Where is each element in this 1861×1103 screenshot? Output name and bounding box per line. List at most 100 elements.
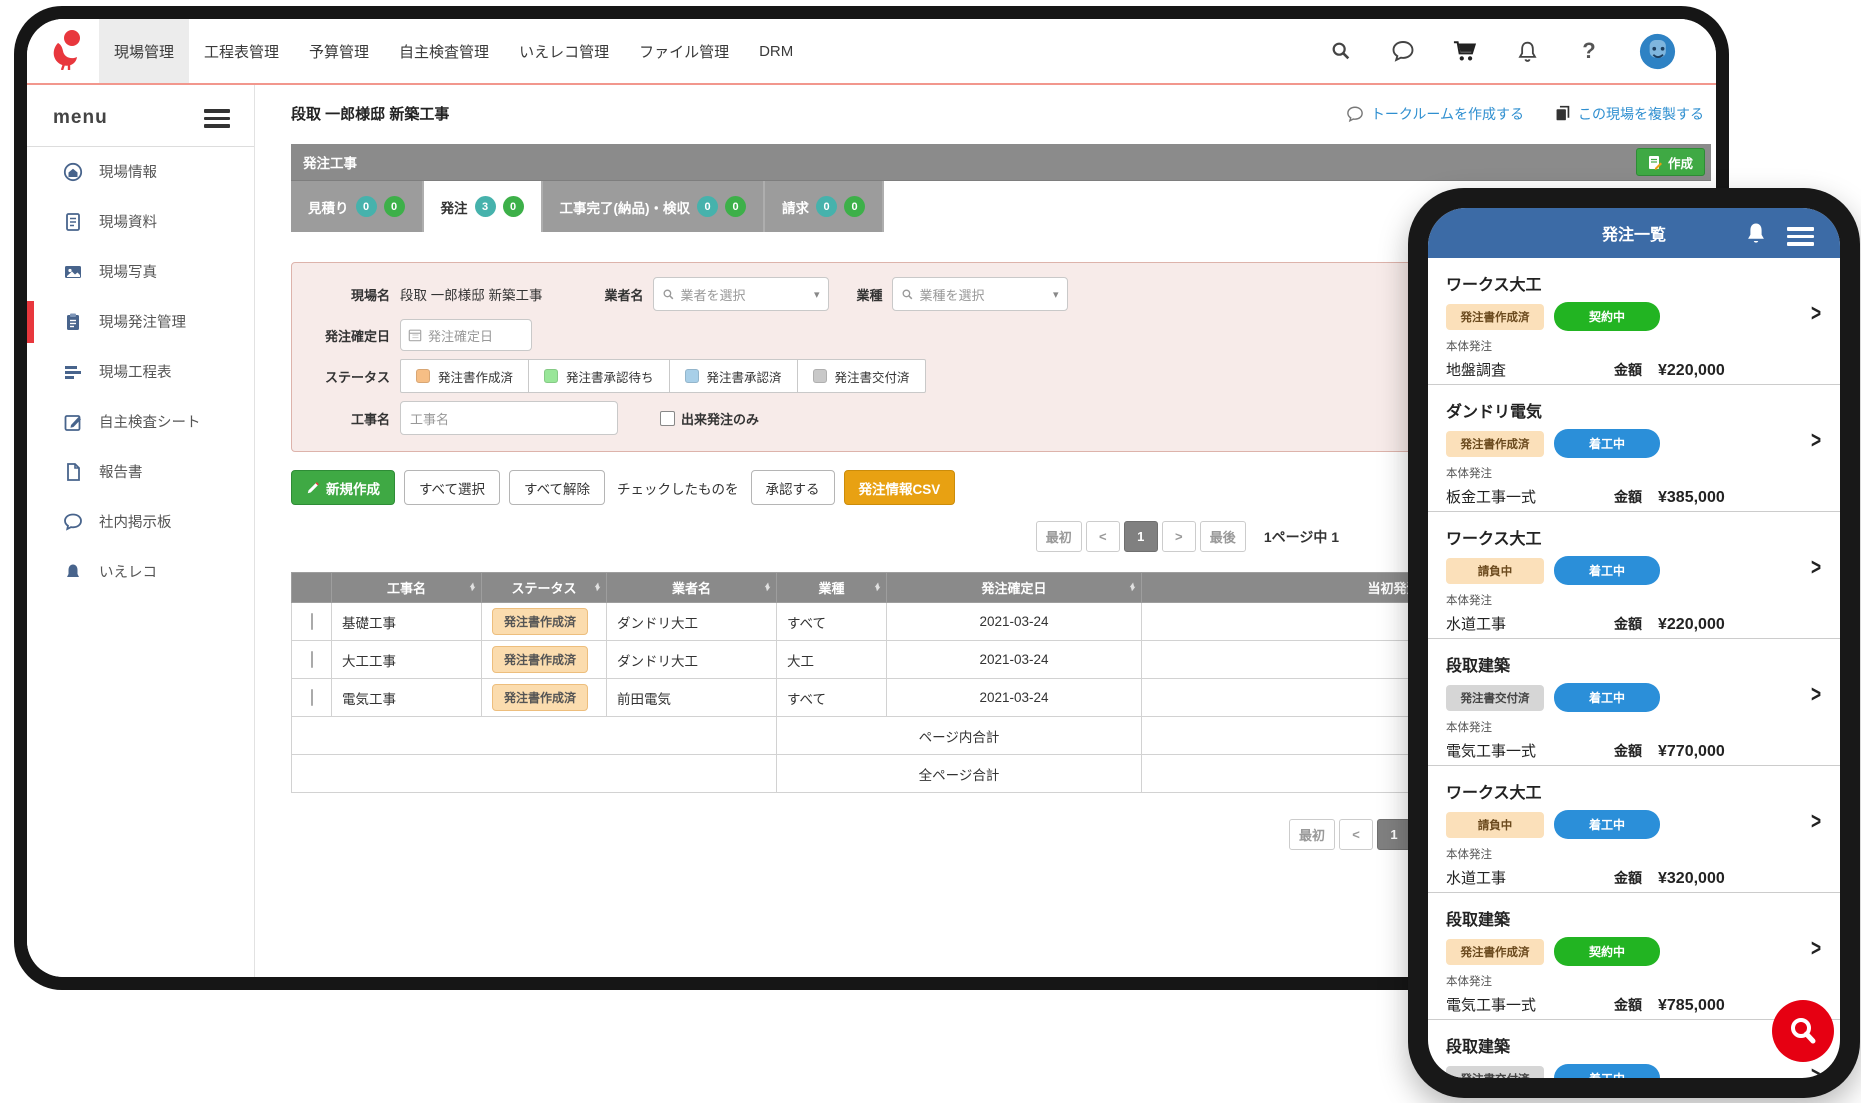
- tab-hacchu[interactable]: 発注 3 0: [424, 181, 543, 232]
- page-number-button[interactable]: 1: [1377, 819, 1411, 850]
- nav-drm[interactable]: DRM: [744, 19, 808, 83]
- chevron-right-icon[interactable]: >: [1811, 935, 1821, 963]
- card-amount-label: 金額: [1614, 741, 1642, 761]
- sort-icon[interactable]: ▴▾: [595, 583, 599, 593]
- select-all-button[interactable]: すべて選択: [404, 470, 500, 505]
- tab-count-badge: 3: [475, 196, 496, 217]
- trade-select[interactable]: 業種を選択 ▾: [892, 277, 1068, 311]
- order-card[interactable]: ワークス大工 請負中着工中 本体発注 水道工事金額¥220,000 >: [1428, 512, 1840, 639]
- header-status[interactable]: ステータス▴▾: [482, 573, 607, 603]
- order-csv-button[interactable]: 発注情報CSV: [844, 470, 956, 505]
- header-work-name[interactable]: 工事名▴▾: [332, 573, 482, 603]
- sort-icon[interactable]: ▴▾: [875, 583, 879, 593]
- sidebar-item-label: 社内掲示板: [99, 511, 172, 532]
- sort-icon[interactable]: ▴▾: [765, 583, 769, 593]
- tab-mitsumori[interactable]: 見積り 0 0: [291, 181, 424, 232]
- help-icon[interactable]: ?: [1577, 39, 1601, 63]
- search-icon[interactable]: [1329, 39, 1353, 63]
- status-option-created[interactable]: 発注書作成済: [400, 359, 529, 393]
- search-icon: [662, 288, 675, 301]
- card-vendor: 段取建築: [1446, 1033, 1826, 1057]
- status-option-delivered[interactable]: 発注書交付済: [797, 359, 926, 393]
- row-checkbox[interactable]: [311, 689, 313, 706]
- sidebar-item-site-photos[interactable]: 現場写真: [27, 247, 254, 297]
- avatar[interactable]: [1639, 33, 1676, 70]
- vendor-select[interactable]: 業者を選択 ▾: [653, 277, 829, 311]
- new-create-button[interactable]: 新規作成: [291, 470, 395, 505]
- tab-kouji-kanryou[interactable]: 工事完了(納品)・検収 0 0: [543, 181, 766, 232]
- sort-icon[interactable]: ▴▾: [470, 583, 474, 593]
- create-talkroom-link[interactable]: トークルームを作成する: [1346, 104, 1524, 124]
- phone-order-list: ワークス大工 発注書作成済契約中 本体発注 地盤調査金額¥220,000 > ダ…: [1428, 258, 1840, 1078]
- header-trade[interactable]: 業種▴▾: [777, 573, 887, 603]
- header-order-date[interactable]: 発注確定日▴▾: [887, 573, 1142, 603]
- sidebar-item-site-info[interactable]: 現場情報: [27, 147, 254, 197]
- status-badge: 発注書作成済: [492, 684, 588, 711]
- create-button[interactable]: 作成: [1636, 148, 1705, 176]
- chevron-right-icon[interactable]: >: [1811, 427, 1821, 455]
- sort-icon[interactable]: ▴▾: [1130, 583, 1134, 593]
- page-first-button[interactable]: 最初: [1036, 521, 1082, 552]
- row-checkbox[interactable]: [311, 651, 313, 668]
- approve-button[interactable]: 承認する: [751, 470, 835, 505]
- status-swatch-green: [544, 369, 558, 383]
- sidebar: menu 現場情報 現場資料 現場写真: [27, 85, 255, 977]
- sidebar-item-report[interactable]: 報告書: [27, 447, 254, 497]
- sidebar-item-company-board[interactable]: 社内掲示板: [27, 497, 254, 547]
- chevron-right-icon[interactable]: >: [1811, 554, 1821, 582]
- page-first-button[interactable]: 最初: [1289, 819, 1335, 850]
- search-icon: [901, 288, 914, 301]
- card-stage-badge: 契約中: [1554, 937, 1660, 966]
- sidebar-item-site-schedule[interactable]: 現場工程表: [27, 347, 254, 397]
- brand-bird-logo: [51, 28, 85, 75]
- cart-icon[interactable]: [1453, 39, 1477, 63]
- page-next-button[interactable]: >: [1162, 521, 1196, 552]
- bell-icon[interactable]: [1515, 39, 1539, 63]
- row-checkbox[interactable]: [311, 613, 313, 630]
- clear-all-button[interactable]: すべて解除: [509, 470, 605, 505]
- chevron-right-icon[interactable]: >: [1811, 1062, 1821, 1078]
- order-card[interactable]: ワークス大工 請負中着工中 本体発注 水道工事金額¥320,000 >: [1428, 766, 1840, 893]
- cell-trade: 大工: [777, 641, 887, 679]
- page-prev-button[interactable]: <: [1339, 819, 1373, 850]
- page-number-button[interactable]: 1: [1124, 521, 1158, 552]
- nav-yosan-kanri[interactable]: 予算管理: [294, 19, 384, 83]
- order-date-input[interactable]: 発注確定日: [400, 319, 532, 351]
- sidebar-item-site-order-management[interactable]: 現場発注管理: [27, 297, 254, 347]
- sidebar-item-site-docs[interactable]: 現場資料: [27, 197, 254, 247]
- card-stage-badge: 着工中: [1554, 429, 1660, 458]
- order-card[interactable]: 段取建築 発注書作成済契約中 本体発注 電気工事一式金額¥785,000 >: [1428, 893, 1840, 1020]
- nav-koutei-kanri[interactable]: 工程表管理: [189, 19, 294, 83]
- status-option-awaiting-approval[interactable]: 発注書承認待ち: [528, 359, 670, 393]
- card-order-type: 本体発注: [1446, 338, 1826, 354]
- nav-jishu-kensa[interactable]: 自主検査管理: [384, 19, 504, 83]
- header-vendor[interactable]: 業者名▴▾: [607, 573, 777, 603]
- order-card[interactable]: ワークス大工 発注書作成済契約中 本体発注 地盤調査金額¥220,000 >: [1428, 258, 1840, 385]
- sidebar-item-label: 自主検査シート: [99, 411, 201, 432]
- order-card[interactable]: 段取建築 発注書交付済着工中 本体発注 電気工事一式金額¥770,000 >: [1428, 639, 1840, 766]
- deki-hacchu-only-checkbox[interactable]: 出来発注のみ: [660, 409, 759, 428]
- phone-search-fab[interactable]: [1772, 1000, 1834, 1062]
- nav-file-kanri[interactable]: ファイル管理: [624, 19, 744, 83]
- status-badge: 発注書作成済: [492, 646, 588, 673]
- chevron-right-icon[interactable]: >: [1811, 808, 1821, 836]
- sidebar-collapse-icon[interactable]: [204, 105, 230, 132]
- phone-menu-icon[interactable]: [1787, 223, 1814, 250]
- sidebar-item-self-inspection-sheet[interactable]: 自主検査シート: [27, 397, 254, 447]
- duplicate-site-link[interactable]: この現場を複製する: [1554, 104, 1704, 124]
- sidebar-item-iereco[interactable]: いえレコ: [27, 547, 254, 597]
- status-option-approved[interactable]: 発注書承認済: [669, 359, 798, 393]
- phone-bell-icon[interactable]: [1744, 221, 1768, 250]
- card-status-badge: 請負中: [1446, 558, 1544, 584]
- chevron-right-icon[interactable]: >: [1811, 300, 1821, 328]
- chat-icon[interactable]: [1391, 39, 1415, 63]
- nav-iereco-kanri[interactable]: いえレコ管理: [504, 19, 624, 83]
- work-name-input[interactable]: 工事名: [400, 401, 618, 435]
- order-card[interactable]: ダンドリ電気 発注書作成済着工中 本体発注 板金工事一式金額¥385,000 >: [1428, 385, 1840, 512]
- nav-genba-kanri[interactable]: 現場管理: [99, 19, 189, 83]
- page-last-button[interactable]: 最後: [1200, 521, 1246, 552]
- chevron-right-icon[interactable]: >: [1811, 681, 1821, 709]
- main-nav: 現場管理 工程表管理 予算管理 自主検査管理 いえレコ管理 ファイル管理 DRM: [99, 19, 808, 83]
- page-prev-button[interactable]: <: [1086, 521, 1120, 552]
- tab-seikyuu[interactable]: 請求 0 0: [765, 181, 884, 232]
